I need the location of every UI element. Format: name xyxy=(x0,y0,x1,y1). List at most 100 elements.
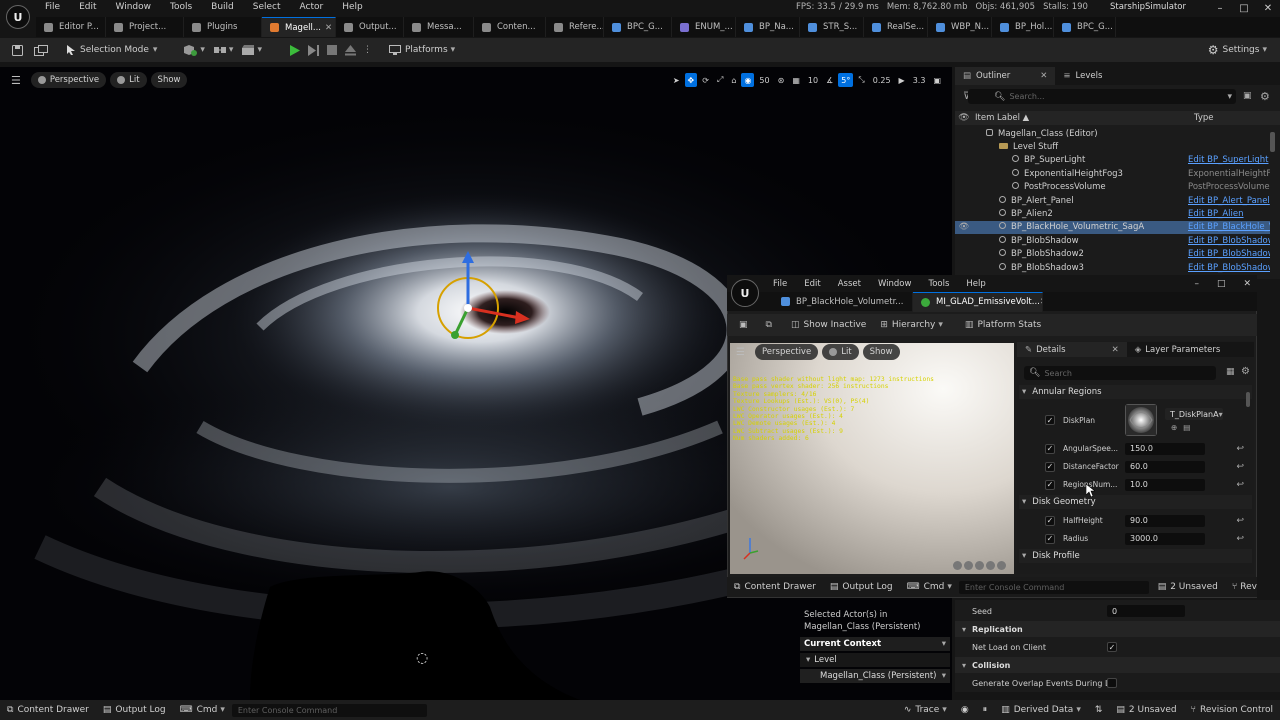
net-load-checkbox[interactable]: ✓ xyxy=(1107,642,1117,652)
mat-content-drawer-button[interactable]: ⧉ Content Drawer xyxy=(727,577,823,597)
menu-select[interactable]: Select xyxy=(253,2,281,12)
unsaved-button[interactable]: ▤ 2 Unsaved xyxy=(1109,700,1183,720)
show-button[interactable]: Show xyxy=(150,72,188,88)
perspective-button[interactable]: Perspective xyxy=(30,72,107,88)
play-icon[interactable] xyxy=(289,44,300,56)
outliner-row[interactable]: 👁︎ BP_BlackHole_Volumetric_SagA Edit BP_Bl… xyxy=(955,220,1270,234)
mat-menu-file[interactable]: File xyxy=(773,279,787,289)
teapot-icon[interactable] xyxy=(997,561,1006,570)
source-control-icon[interactable]: ⇅ xyxy=(1088,700,1110,720)
viewport-menu-icon[interactable]: ☰ xyxy=(11,74,21,87)
disk-profile-section[interactable]: ▾ Disk Profile xyxy=(1019,549,1252,563)
maximize-button[interactable]: □ xyxy=(1232,3,1256,14)
rotation-snap-icon[interactable]: ∡ xyxy=(823,73,836,87)
world-local-icon[interactable]: ⌂ xyxy=(728,73,739,87)
preview-show-button[interactable]: Show xyxy=(862,344,900,360)
document-tab[interactable]: Messa... xyxy=(404,17,474,37)
document-tab[interactable]: Editor P... xyxy=(36,17,106,37)
play-options-icon[interactable]: ⋮ xyxy=(363,45,372,55)
content-browser-icon[interactable]: ⧉ xyxy=(766,320,772,330)
scale-tool-icon[interactable]: ⤢ xyxy=(714,73,726,87)
unreal-logo-icon[interactable]: U xyxy=(731,279,759,307)
details-scrollbar[interactable] xyxy=(1246,392,1250,407)
edit-blueprint-link[interactable]: Edit BP_BlackHole_V xyxy=(1188,222,1270,232)
seed-field[interactable]: 0 xyxy=(1107,605,1185,617)
current-context-header[interactable]: Current Context ▾ xyxy=(800,637,950,651)
selection-mode-dropdown[interactable]: Selection Mode ▾ xyxy=(62,41,162,59)
parameter-value-field[interactable]: 60.0 xyxy=(1125,460,1205,473)
sphere-icon[interactable] xyxy=(964,561,973,570)
blueprint-icon[interactable] xyxy=(213,44,227,56)
parameter-value-field[interactable]: 90.0 xyxy=(1125,514,1205,527)
outliner-scrollbar[interactable] xyxy=(1270,132,1275,152)
grid-value[interactable]: 10 xyxy=(805,73,821,87)
rotate-tool-icon[interactable]: ⟳ xyxy=(699,73,712,87)
scale-value[interactable]: 0.25 xyxy=(870,73,894,87)
hierarchy-dropdown[interactable]: ⊞ Hierarchy ▾ xyxy=(875,316,948,334)
reset-to-default-icon[interactable]: ↩ xyxy=(1236,480,1244,490)
mat-cmd-dropdown[interactable]: ⌨ Cmd ▾ xyxy=(900,577,959,597)
menu-tools[interactable]: Tools xyxy=(170,2,192,12)
tab-material-instance[interactable]: MI_GLAD_EmissiveVolt... ✕ xyxy=(913,291,1043,312)
close-icon[interactable]: ✕ xyxy=(325,23,332,33)
col-item-label[interactable]: Item Label ▲ xyxy=(975,113,1029,123)
browse-icon[interactable]: ▤ xyxy=(1183,423,1190,432)
preview-perspective-button[interactable]: Perspective xyxy=(754,344,819,360)
console-input[interactable]: Enter Console Command xyxy=(231,703,427,717)
mat-menu-edit[interactable]: Edit xyxy=(804,279,820,289)
tab-blackhole-blueprint[interactable]: BP_BlackHole_Volumetr... xyxy=(773,291,913,312)
parameter-value-field[interactable]: 150.0 xyxy=(1125,442,1205,455)
lit-button[interactable]: Lit xyxy=(110,72,147,88)
document-tab[interactable]: Project... xyxy=(106,17,184,37)
outliner-row[interactable]: Magellan_Class (Editor) xyxy=(955,127,1270,140)
collision-section[interactable]: ▾ Collision xyxy=(955,657,1280,673)
save-icon[interactable]: ▣ xyxy=(739,320,748,330)
mat-unsaved-button[interactable]: ▤ 2 Unsaved xyxy=(1151,577,1225,597)
outliner-row[interactable]: BP_Alien2 Edit BP_Alien xyxy=(955,207,1270,220)
maximize-button[interactable]: □ xyxy=(1217,279,1226,289)
stop-icon[interactable] xyxy=(326,45,337,55)
pause-icon[interactable]: ⏸ xyxy=(976,700,995,720)
parameter-value-field[interactable]: 10.0 xyxy=(1125,478,1205,491)
cmd-dropdown[interactable]: ⌨ Cmd ▾ xyxy=(173,700,232,720)
overlap-checkbox[interactable] xyxy=(1107,678,1117,688)
derived-data-button[interactable]: ▥ Derived Data ▾ xyxy=(994,700,1088,720)
tab-levels[interactable]: ≡ Levels xyxy=(1055,67,1110,85)
outliner-row[interactable]: BP_BlobShadow2 Edit BP_BlobShadow xyxy=(955,248,1270,261)
document-tab[interactable]: Magell... ✕ xyxy=(262,17,336,37)
grid-snap-icon[interactable]: ▦ xyxy=(789,73,803,87)
mat-menu-asset[interactable]: Asset xyxy=(838,279,861,289)
disk-geometry-section[interactable]: ▾ Disk Geometry xyxy=(1019,495,1252,509)
mat-output-log-button[interactable]: ▤ Output Log xyxy=(823,577,900,597)
mat-menu-window[interactable]: Window xyxy=(878,279,912,289)
document-tab[interactable]: Plugins xyxy=(184,17,262,37)
edit-blueprint-link[interactable]: Edit BP_BlobShadow xyxy=(1188,263,1270,273)
parameter-checkbox[interactable]: ✓ xyxy=(1045,515,1055,526)
tab-outliner[interactable]: ▤ Outliner ✕ xyxy=(955,67,1056,85)
document-tab[interactable]: Output... xyxy=(336,17,404,37)
document-tab[interactable]: BPC_G... xyxy=(604,17,672,37)
level-dropdown[interactable]: Magellan_Class (Persistent) ▾ xyxy=(800,669,950,683)
edit-blueprint-link[interactable]: Edit BP_Alien xyxy=(1188,209,1270,219)
parameter-checkbox[interactable]: ✓ xyxy=(1045,533,1055,544)
outliner-row[interactable]: BP_BlobShadow Edit BP_BlobShadow xyxy=(955,234,1270,247)
add-actor-icon[interactable] xyxy=(182,44,198,56)
eye-icon[interactable]: 👁︎ xyxy=(955,113,973,123)
eject-icon[interactable] xyxy=(344,44,356,56)
parameter-checkbox[interactable]: ✓ xyxy=(1045,461,1055,472)
document-tab[interactable]: ENUM_... xyxy=(672,17,736,37)
mat-revision-button[interactable]: ⑂ Rev xyxy=(1225,577,1257,597)
menu-file[interactable]: File xyxy=(45,2,60,12)
menu-actor[interactable]: Actor xyxy=(300,2,324,12)
scale-snap-icon[interactable]: ⤡ xyxy=(855,73,867,87)
document-tab[interactable]: RealSe... xyxy=(864,17,928,37)
outliner-row[interactable]: ExponentialHeightFog3 ExponentialHeightFo xyxy=(955,167,1270,180)
select-tool-icon[interactable]: ➤ xyxy=(670,73,683,87)
edit-blueprint-link[interactable]: Edit BP_Alert_Panel xyxy=(1188,196,1270,206)
platform-stats-button[interactable]: ▥ Platform Stats xyxy=(960,316,1046,334)
preview-lit-button[interactable]: Lit xyxy=(822,344,859,360)
document-tab[interactable]: BP_Hol... xyxy=(992,17,1054,37)
visibility-toggle-icon[interactable]: 👁︎ xyxy=(955,222,973,232)
document-tab[interactable]: BP_Na... xyxy=(736,17,800,37)
mat-menu-help[interactable]: Help xyxy=(966,279,985,289)
